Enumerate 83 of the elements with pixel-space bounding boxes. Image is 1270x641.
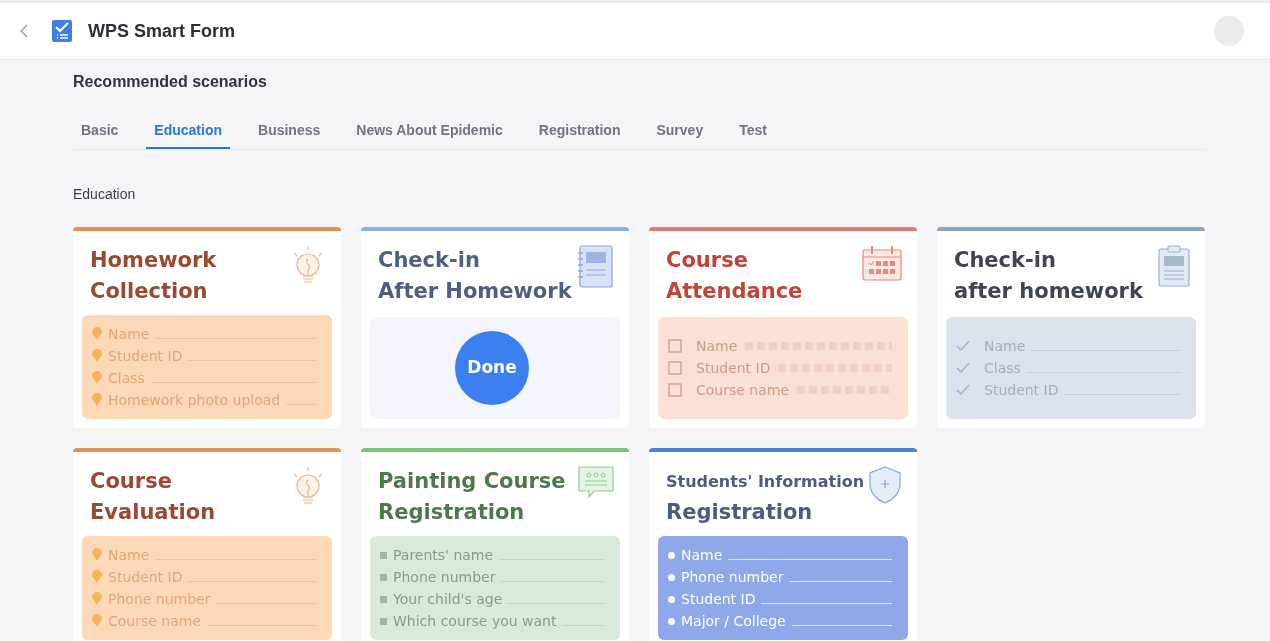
template-card[interactable]: Painting Course Registration Parents' name Phone number Your child's age Which course you want [361, 448, 629, 641]
template-title: Collection [90, 278, 209, 305]
dot-bullet-icon [668, 617, 675, 625]
field-label: Student ID [108, 568, 183, 587]
pin-icon [92, 570, 102, 584]
template-title: Registration [378, 499, 526, 526]
template-card[interactable]: Homework Collection Name Student ID Class Homework photo upload [73, 227, 341, 428]
template-title: Attendance [666, 278, 803, 305]
template-card[interactable]: Course Evaluation Name Student ID Phone number Course name [73, 448, 341, 641]
checkbox-icon [668, 339, 682, 353]
template-title: After Homework [378, 278, 572, 305]
category-tab[interactable]: Business [250, 114, 329, 149]
category-tab[interactable]: Basic [73, 114, 127, 149]
field-label: Name [108, 325, 150, 344]
square-bullet-icon [380, 573, 387, 581]
field-label: Name [984, 337, 1026, 356]
dot-bullet-icon [668, 573, 675, 581]
template-card[interactable]: Check-in After Homework Done [361, 227, 629, 428]
check-icon [956, 384, 970, 396]
field-label: Course name [108, 612, 202, 631]
template-title: Students' Information [666, 471, 865, 493]
square-bullet-icon [380, 551, 387, 559]
field-label: Name [108, 546, 150, 565]
dot-bullet-icon [668, 595, 675, 603]
template-title: after homework [954, 278, 1143, 305]
check-icon [956, 340, 970, 352]
template-card[interactable]: Check-in after homework Name Class Student ID [937, 227, 1205, 428]
pin-icon [92, 548, 102, 562]
calendar-icon [862, 245, 902, 281]
field-label: Course name [696, 381, 790, 400]
category-tab[interactable]: Survey [648, 114, 712, 149]
template-title: Evaluation [90, 499, 216, 526]
notebook-icon [576, 245, 614, 289]
field-label: Phone number [108, 590, 211, 609]
template-title: Course [90, 468, 173, 495]
field-label: Phone number [393, 568, 496, 587]
template-card[interactable]: Course Attendance Name Student ID Course name [649, 227, 917, 428]
category-tab[interactable]: News About Epidemic [348, 114, 511, 149]
field-label: Parents' name [393, 546, 494, 565]
template-title: Registration [666, 499, 814, 526]
clipboard-icon [1158, 245, 1190, 287]
template-title: Painting Course [378, 468, 566, 495]
pin-icon [92, 592, 102, 606]
field-label: Student ID [108, 347, 183, 366]
app-title: WPS Smart Form [88, 19, 236, 43]
field-label: Homework photo upload [108, 391, 281, 410]
field-label: Name [696, 337, 738, 356]
category-tab[interactable]: Education [146, 114, 231, 149]
checkbox-icon [668, 383, 682, 397]
checkbox-icon [668, 361, 682, 375]
field-label: Class [984, 359, 1021, 378]
category-title: Education [73, 185, 137, 204]
field-label: Student ID [681, 590, 756, 609]
template-title: Check-in [954, 247, 1057, 274]
field-label: Class [108, 369, 145, 388]
chat-bubble-icon [578, 466, 614, 500]
pin-icon [92, 393, 102, 407]
pin-icon [92, 614, 102, 628]
template-title: Check-in [378, 247, 481, 274]
field-label: Student ID [984, 381, 1059, 400]
field-label: Major / College [681, 612, 786, 631]
field-label: Phone number [681, 568, 784, 587]
form-icon [52, 20, 72, 42]
square-bullet-icon [380, 617, 387, 625]
template-title: Homework [90, 247, 217, 274]
category-tab[interactable]: Registration [530, 114, 629, 149]
check-icon [956, 362, 970, 374]
field-label: Which course you want [393, 612, 557, 631]
field-label: Your child's age [393, 590, 503, 609]
section-title: Recommended scenarios [73, 72, 268, 92]
field-label: Student ID [696, 359, 771, 378]
shield-icon [868, 466, 902, 504]
template-card[interactable]: Students' Information Registration Name Phone number Student ID Major / College [649, 448, 917, 641]
dot-bullet-icon [668, 551, 675, 559]
pin-icon [92, 371, 102, 385]
category-tab[interactable]: Test [731, 114, 775, 149]
field-label: Name [681, 546, 723, 565]
pin-icon [92, 327, 102, 341]
template-title: Course [666, 247, 749, 274]
done-button: Done [455, 331, 529, 405]
pin-icon [92, 349, 102, 363]
back-icon[interactable] [20, 24, 28, 38]
square-bullet-icon [380, 595, 387, 603]
